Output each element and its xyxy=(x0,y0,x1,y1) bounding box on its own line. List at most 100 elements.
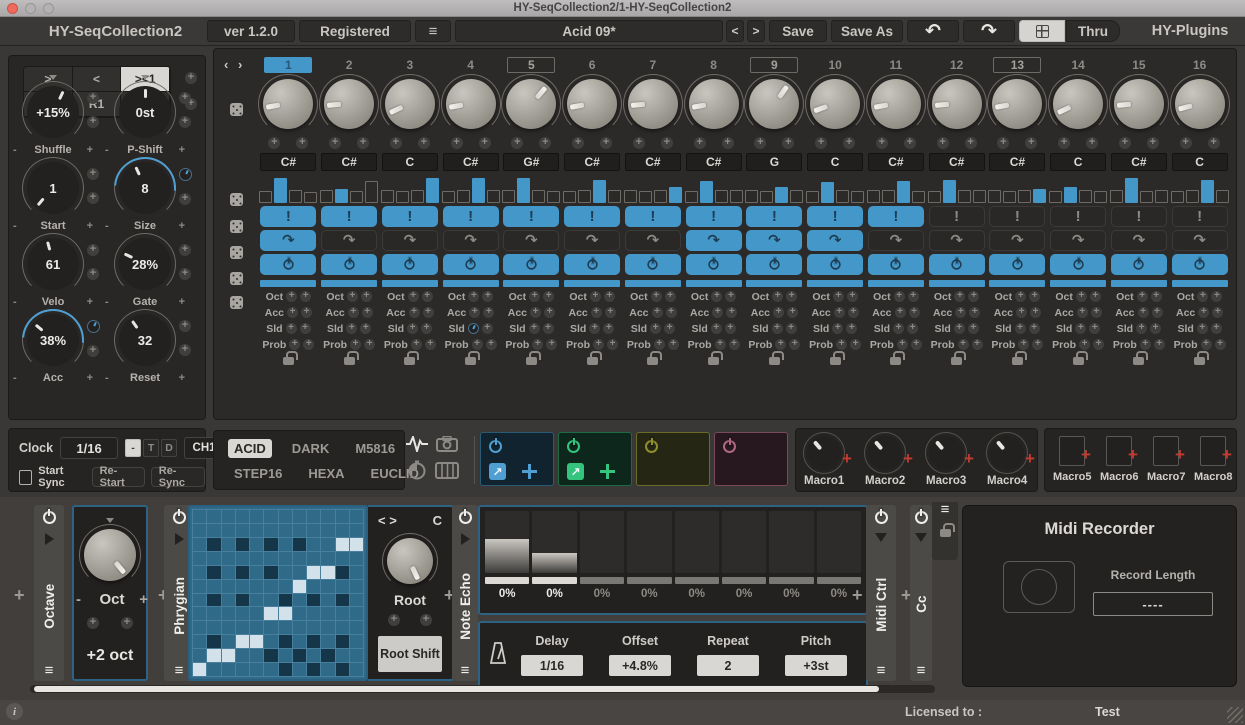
param-dec-button[interactable] xyxy=(1136,323,1147,334)
grid-cell[interactable] xyxy=(293,580,306,593)
step-power-button[interactable] xyxy=(321,254,377,275)
step-lock-icon[interactable] xyxy=(1073,357,1084,365)
grid-cell[interactable] xyxy=(321,663,334,676)
pitch-dec-button[interactable] xyxy=(694,137,706,149)
grid-cell[interactable] xyxy=(207,607,220,620)
param-dec-button[interactable] xyxy=(530,307,541,318)
param-dec-button[interactable] xyxy=(834,307,845,318)
macro4-knob[interactable] xyxy=(990,436,1024,470)
grid-cell[interactable] xyxy=(222,635,235,648)
expand-triangle-icon[interactable] xyxy=(45,533,54,545)
velocity-bar[interactable] xyxy=(1018,190,1031,203)
grid-cell[interactable] xyxy=(293,552,306,565)
param-dec-button[interactable] xyxy=(1016,307,1027,318)
grid-cell[interactable] xyxy=(236,566,249,579)
step-lock-icon[interactable] xyxy=(647,357,658,365)
param-inc-button[interactable] xyxy=(846,323,857,334)
drag-handle-icon[interactable]: ≡ xyxy=(461,667,470,675)
velocity-bar[interactable] xyxy=(563,191,576,203)
param-dec-button[interactable] xyxy=(1137,291,1148,302)
size-mod-dial[interactable] xyxy=(179,168,192,181)
pitch-dec-button[interactable] xyxy=(1058,137,1070,149)
param-inc-button[interactable] xyxy=(1152,307,1163,318)
velocity-bar[interactable] xyxy=(700,181,713,203)
step-power-button[interactable] xyxy=(746,254,802,275)
param-dec-button[interactable] xyxy=(894,291,905,302)
step-gate-bar[interactable] xyxy=(321,280,377,287)
step-pitch-knob[interactable] xyxy=(324,79,374,129)
grid-cell[interactable] xyxy=(321,552,334,565)
shuffle-knob[interactable]: +15% xyxy=(27,86,79,138)
grid-cell[interactable] xyxy=(193,594,206,607)
velocity-bar[interactable] xyxy=(320,190,333,203)
param-dec-button[interactable] xyxy=(654,339,665,350)
step-slide-button[interactable]: ↷ xyxy=(746,230,802,251)
step-note-value[interactable]: C xyxy=(1050,153,1106,171)
param-dec-button[interactable] xyxy=(1198,307,1209,318)
randomize-dice-icon[interactable] xyxy=(230,246,243,259)
grid-cell[interactable] xyxy=(193,510,206,523)
velocity-bar[interactable] xyxy=(1003,191,1016,203)
velocity-bar[interactable] xyxy=(1216,190,1229,203)
step-velocity-bars[interactable] xyxy=(1110,177,1168,203)
param-inc-button[interactable] xyxy=(1211,323,1222,334)
grid-cell[interactable] xyxy=(222,594,235,607)
velocity-bar[interactable] xyxy=(639,191,652,203)
param-dec-button[interactable] xyxy=(469,307,480,318)
step-gate-bar[interactable] xyxy=(1111,280,1167,287)
param-inc-button[interactable] xyxy=(1032,339,1043,350)
velocity-bar[interactable] xyxy=(775,187,788,203)
step-power-button[interactable] xyxy=(686,254,742,275)
step-pitch-knob[interactable] xyxy=(871,79,921,129)
external-link-icon[interactable]: ↗ xyxy=(489,463,506,480)
param-dec-button[interactable] xyxy=(468,291,479,302)
grid-cell[interactable] xyxy=(222,649,235,662)
drag-handle-icon[interactable]: ≡ xyxy=(917,667,926,675)
param-inc-button[interactable] xyxy=(664,323,675,334)
acc-knob[interactable]: 38% xyxy=(27,314,79,366)
param-dec-button[interactable] xyxy=(408,291,419,302)
grid-cell[interactable] xyxy=(350,538,363,551)
grid-cell[interactable] xyxy=(236,594,249,607)
randomize-dice-icon[interactable] xyxy=(230,296,243,309)
grid-cell[interactable] xyxy=(279,524,292,537)
grid-cell[interactable] xyxy=(321,524,334,537)
lock-icon[interactable] xyxy=(940,529,951,537)
fx-slot-1[interactable]: ↗ xyxy=(480,432,554,486)
step-accent-button[interactable]: ! xyxy=(746,206,802,227)
grid-cell[interactable] xyxy=(321,510,334,523)
grid-cell[interactable] xyxy=(264,510,277,523)
step-note-value[interactable]: C xyxy=(807,153,863,171)
param-inc-button[interactable] xyxy=(789,339,800,350)
step-note-value[interactable]: C# xyxy=(989,153,1045,171)
timer-icon[interactable] xyxy=(404,458,430,482)
grid-cell[interactable] xyxy=(279,566,292,579)
step-power-button[interactable] xyxy=(989,254,1045,275)
expand-triangle-icon[interactable] xyxy=(461,533,470,545)
gate-knob[interactable]: 28% xyxy=(119,238,171,290)
page-arrows[interactable]: ‹ › xyxy=(224,57,256,72)
pitch-inc-button[interactable] xyxy=(965,137,977,149)
param-inc-button[interactable] xyxy=(972,339,983,350)
step-note-value[interactable]: C# xyxy=(686,153,742,171)
macro-assign-plus[interactable]: + xyxy=(964,449,974,469)
grid-cell[interactable] xyxy=(193,649,206,662)
step-note-value[interactable]: C xyxy=(382,153,438,171)
info-icon[interactable]: i xyxy=(6,703,23,720)
param-dec-button[interactable] xyxy=(346,323,357,334)
record-length-value[interactable]: ---- xyxy=(1093,592,1213,616)
echo-control-value[interactable]: 1/16 xyxy=(521,655,583,676)
grid-cell[interactable] xyxy=(250,552,263,565)
velocity-bar[interactable] xyxy=(517,178,530,203)
param-dec-button[interactable] xyxy=(775,339,786,350)
velocity-bar[interactable] xyxy=(806,191,819,203)
power-icon[interactable] xyxy=(489,440,502,453)
grid-cell[interactable] xyxy=(264,635,277,648)
velocity-bar[interactable] xyxy=(381,190,394,203)
power-icon[interactable] xyxy=(645,440,658,453)
param-inc-button[interactable] xyxy=(1030,307,1041,318)
grid-cell[interactable] xyxy=(321,635,334,648)
step-accent-button[interactable]: ! xyxy=(807,206,863,227)
collapse-triangle-icon[interactable] xyxy=(915,533,927,542)
step-number[interactable]: 2 xyxy=(325,57,373,73)
